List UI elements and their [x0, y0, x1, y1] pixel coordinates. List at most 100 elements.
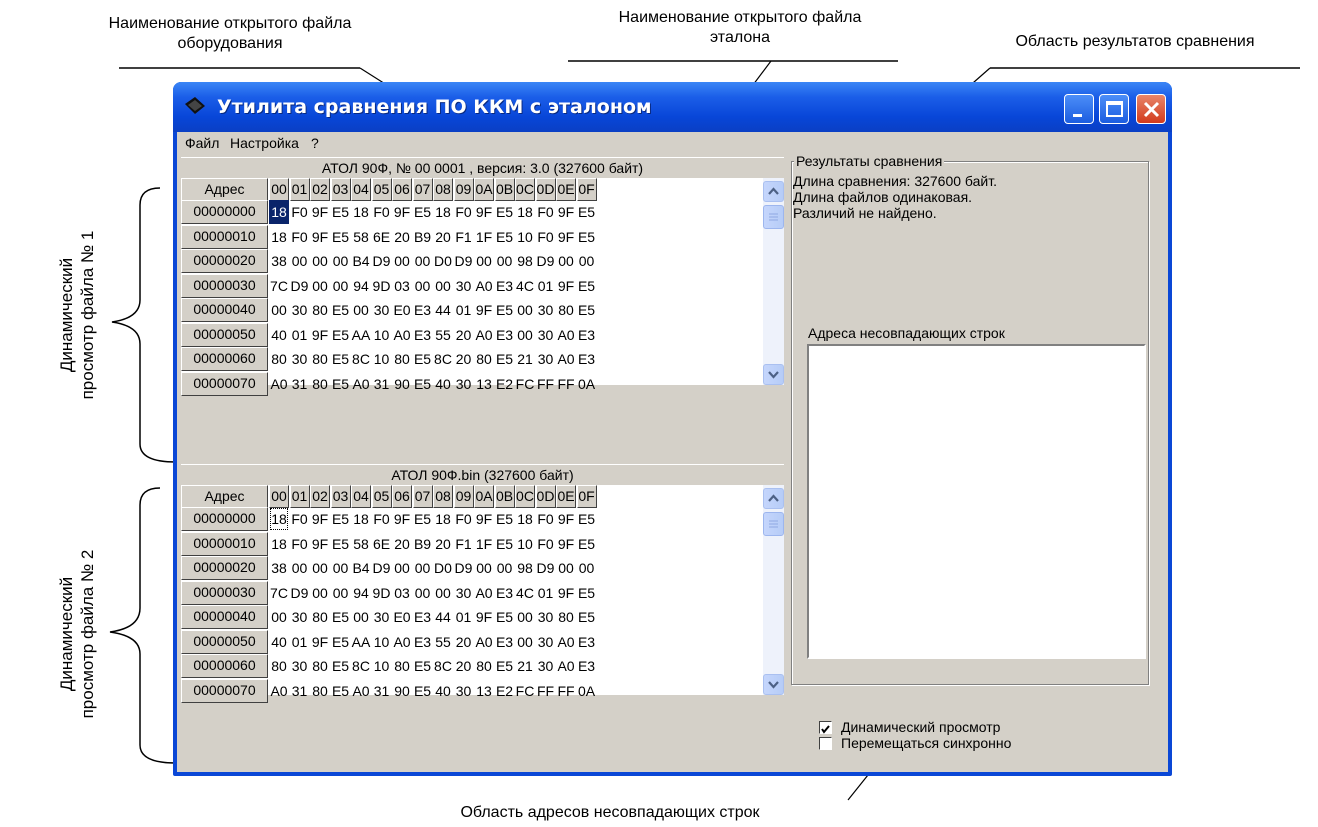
mismatch-address-list[interactable]: [807, 344, 1146, 659]
hex-cell[interactable]: F0: [372, 200, 392, 224]
hex-cell[interactable]: 00: [556, 556, 576, 580]
hex-cell[interactable]: B9: [413, 532, 433, 556]
maximize-button[interactable]: [1099, 94, 1129, 124]
hex-cell[interactable]: A0: [269, 372, 289, 396]
hex-cell[interactable]: 18: [515, 507, 535, 531]
hex-cell[interactable]: 30: [454, 372, 474, 396]
hex-cell[interactable]: 80: [310, 347, 330, 371]
hex-cell[interactable]: 00: [310, 249, 330, 273]
hex-cell[interactable]: D9: [454, 249, 474, 273]
hex-cell[interactable]: B9: [413, 225, 433, 249]
hex-cell[interactable]: FC: [515, 679, 535, 703]
hex-cell[interactable]: 20: [454, 347, 474, 371]
hex-cell[interactable]: A0: [474, 630, 494, 654]
hex-cell[interactable]: 18: [269, 200, 289, 224]
hex-cell[interactable]: F1: [454, 532, 474, 556]
hex-cell[interactable]: AA: [351, 323, 371, 347]
hex-cell[interactable]: 10: [515, 532, 535, 556]
hex-cell[interactable]: 00: [310, 556, 330, 580]
hex-cell[interactable]: E5: [331, 605, 351, 629]
hex-cell[interactable]: E5: [413, 654, 433, 678]
hex-cell[interactable]: E5: [495, 225, 515, 249]
hex-cell[interactable]: 38: [269, 249, 289, 273]
hex-cell[interactable]: 00: [515, 605, 535, 629]
hex-cell[interactable]: E3: [495, 581, 515, 605]
hex-cell[interactable]: E5: [577, 200, 597, 224]
hex-cell[interactable]: 1F: [474, 225, 494, 249]
hex-cell[interactable]: FF: [536, 679, 556, 703]
hex-cell[interactable]: B4: [351, 556, 371, 580]
address-row-header[interactable]: 00000070: [181, 371, 268, 396]
hex-cell[interactable]: 9F: [392, 200, 412, 224]
hex-cell[interactable]: A0: [474, 323, 494, 347]
hex-cell[interactable]: A0: [556, 654, 576, 678]
hex-cell[interactable]: E5: [331, 225, 351, 249]
hex-cell[interactable]: 40: [433, 679, 453, 703]
address-row-header[interactable]: 00000010: [181, 531, 268, 556]
hex-cell[interactable]: 00: [577, 249, 597, 273]
hex-cell[interactable]: 80: [474, 347, 494, 371]
address-row-header[interactable]: 00000010: [181, 224, 268, 249]
hex-cell[interactable]: E5: [577, 274, 597, 298]
hex-cell[interactable]: A0: [269, 679, 289, 703]
hex-cell[interactable]: 9F: [310, 225, 330, 249]
address-row-header[interactable]: 00000000: [181, 507, 268, 531]
hex-cell[interactable]: E5: [331, 298, 351, 322]
hex-cell[interactable]: E5: [331, 654, 351, 678]
hex-cell[interactable]: 30: [454, 274, 474, 298]
hex-cell[interactable]: E5: [331, 630, 351, 654]
address-row-header[interactable]: 00000030: [181, 273, 268, 298]
hex-cell[interactable]: 00: [515, 298, 535, 322]
hex-cell[interactable]: 18: [269, 532, 289, 556]
hex-cell[interactable]: E3: [577, 654, 597, 678]
hex-cell[interactable]: 98: [515, 249, 535, 273]
hex-cell[interactable]: 9F: [474, 200, 494, 224]
sync-move-checkbox[interactable]: [819, 737, 832, 750]
hex-cell[interactable]: E5: [495, 200, 515, 224]
hex-cell[interactable]: 9F: [310, 532, 330, 556]
hex-cell[interactable]: 21: [515, 347, 535, 371]
hex-cell[interactable]: 30: [536, 347, 556, 371]
scroll-thumb[interactable]: [763, 512, 784, 536]
hex-cell[interactable]: 01: [536, 274, 556, 298]
hex-cell[interactable]: AA: [351, 630, 371, 654]
hex-cell[interactable]: F0: [536, 200, 556, 224]
address-row-header[interactable]: 00000050: [181, 629, 268, 654]
address-row-header[interactable]: 00000000: [181, 200, 268, 224]
hex-cell[interactable]: 20: [433, 225, 453, 249]
hex-cell[interactable]: 20: [433, 532, 453, 556]
hex-cell[interactable]: E5: [413, 347, 433, 371]
hex-cell[interactable]: E3: [577, 630, 597, 654]
hex-cell[interactable]: 20: [454, 630, 474, 654]
hex-cell[interactable]: 80: [269, 347, 289, 371]
hex-cell[interactable]: 4C: [515, 581, 535, 605]
hex-cell[interactable]: F0: [536, 507, 556, 531]
hex-cell[interactable]: 00: [577, 556, 597, 580]
scroll-down-button[interactable]: [763, 674, 784, 695]
hex-cell[interactable]: 00: [413, 556, 433, 580]
hex-cell[interactable]: 00: [413, 581, 433, 605]
hex-cell[interactable]: E0: [392, 605, 412, 629]
hex-cell[interactable]: A0: [351, 679, 371, 703]
hex-cell[interactable]: E3: [413, 605, 433, 629]
hex-cell[interactable]: E5: [331, 323, 351, 347]
hex-cell[interactable]: 80: [310, 372, 330, 396]
scroll-thumb[interactable]: [763, 205, 784, 229]
hex-cell[interactable]: 00: [331, 556, 351, 580]
hex-cell[interactable]: E5: [577, 605, 597, 629]
address-row-header[interactable]: 00000060: [181, 654, 268, 678]
hex-cell[interactable]: F0: [290, 507, 310, 531]
hex-cell[interactable]: D9: [454, 556, 474, 580]
hex-cell[interactable]: E5: [331, 200, 351, 224]
hex-cell[interactable]: 40: [269, 323, 289, 347]
hex-cell[interactable]: 00: [290, 556, 310, 580]
vertical-scrollbar[interactable]: [763, 178, 784, 385]
hex-cell[interactable]: F0: [372, 507, 392, 531]
hex-cell[interactable]: F0: [454, 507, 474, 531]
hex-cell[interactable]: 8C: [351, 347, 371, 371]
hex-cell[interactable]: E3: [577, 347, 597, 371]
hex-cell[interactable]: E5: [495, 298, 515, 322]
hex-cell[interactable]: E5: [495, 532, 515, 556]
scroll-down-button[interactable]: [763, 364, 784, 385]
hex-cell[interactable]: 00: [310, 581, 330, 605]
